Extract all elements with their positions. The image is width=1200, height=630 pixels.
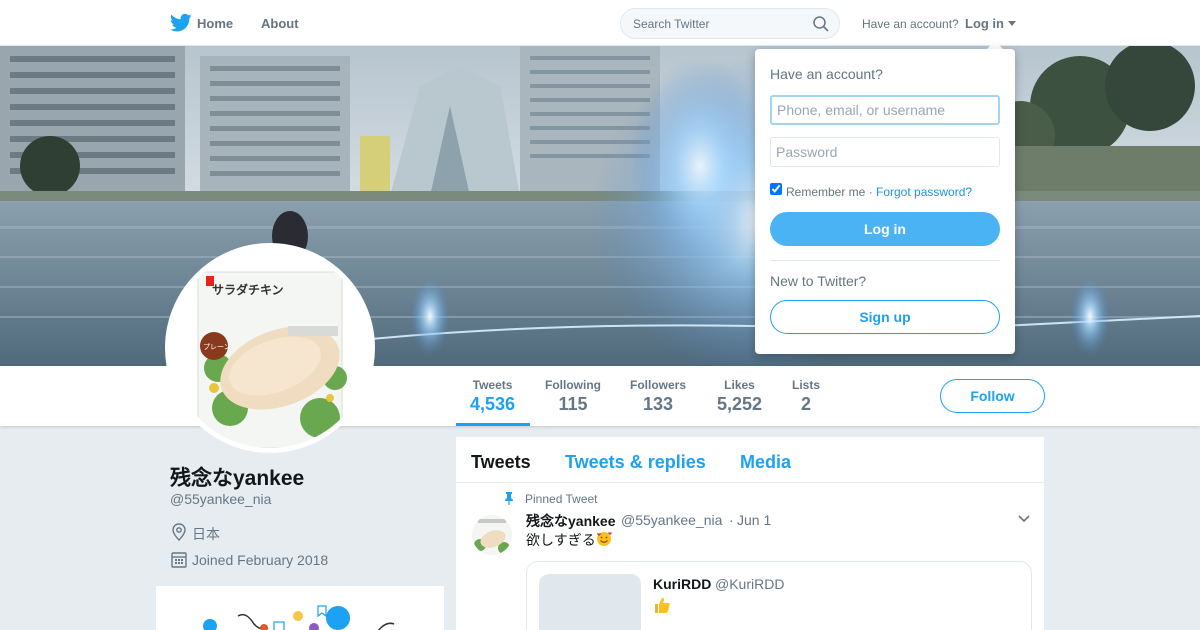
caret-down-icon[interactable] <box>1008 21 1016 26</box>
search-input[interactable]: Search Twitter <box>633 17 709 31</box>
stat-label: Lists <box>792 378 821 392</box>
tab-media[interactable]: Media <box>740 452 791 473</box>
divider <box>770 260 1000 261</box>
tab-tweets[interactable]: Tweets <box>471 452 531 473</box>
remember-me-label[interactable]: Remember me · <box>786 185 873 199</box>
dropdown-title: Have an account? <box>770 66 883 82</box>
stat-label: Likes <box>724 378 755 392</box>
tweet-separator: · <box>729 512 734 528</box>
stat-value: 2 <box>801 394 812 414</box>
stat-lists[interactable]: Lists 2 <box>792 378 820 415</box>
pinned-tweet-label: Pinned Tweet <box>525 492 598 506</box>
stat-label: Following <box>545 378 601 392</box>
follow-button[interactable]: Follow <box>940 379 1045 413</box>
tweet-text: 欲しすぎる <box>526 530 612 550</box>
photos-videos-card[interactable] <box>156 586 444 630</box>
profile-handle[interactable]: @55yankee_nia <box>170 491 271 507</box>
login-menu-link[interactable]: Log in <box>965 16 1004 31</box>
quoted-tweet-image <box>539 574 641 630</box>
nav-home-link[interactable]: Home <box>197 16 233 31</box>
package-label: サラダチキン <box>212 282 284 297</box>
new-to-twitter-text: New to Twitter? <box>770 273 867 289</box>
quoted-author-handle: @KuriRDD <box>715 576 785 592</box>
location-pin-icon <box>172 523 186 541</box>
profile-location: 日本 <box>192 526 220 542</box>
profile-joined-date: Joined February 2018 <box>192 552 329 568</box>
smiling-hearts-emoji <box>596 532 612 546</box>
forgot-password-link[interactable]: Forgot password? <box>876 185 972 199</box>
tweet-avatar-image <box>472 515 512 555</box>
thumbs-up-emoji <box>655 597 670 613</box>
stat-tweets[interactable]: Tweets 4,536 <box>470 378 515 415</box>
salad-chicken-package-image: サラダチキン プレーン <box>170 248 370 448</box>
photo-thumbnail-strip <box>203 605 395 630</box>
calendar-icon <box>171 552 187 568</box>
package-badge: プレーン <box>203 343 231 351</box>
stat-label: Followers <box>630 378 687 392</box>
stat-likes[interactable]: Likes 5,252 <box>717 378 762 415</box>
timeline-tabs: Tweets Tweets & replies Media <box>456 437 1044 483</box>
twitter-bird-icon[interactable] <box>170 13 192 33</box>
tweet-date[interactable]: Jun 1 <box>737 512 771 528</box>
chevron-down-icon[interactable] <box>1018 515 1030 523</box>
login-dropdown: Have an account? Remember me · Forgot pa… <box>755 49 1015 354</box>
stat-label: Tweets <box>472 378 513 392</box>
remember-me-checkbox[interactable] <box>770 183 782 195</box>
profile-avatar[interactable]: サラダチキン プレーン <box>165 243 375 453</box>
dropdown-arrow <box>987 41 1003 49</box>
quoted-author-name: KuriRDD <box>653 576 712 592</box>
stat-value: 115 <box>558 394 588 414</box>
pin-icon <box>505 492 513 505</box>
tweet-text-content: 欲しすぎる <box>526 532 596 548</box>
search-icon[interactable] <box>813 16 829 32</box>
tweet-avatar[interactable] <box>472 515 512 555</box>
stat-value: 5,252 <box>717 394 763 414</box>
password-input[interactable] <box>770 137 1000 167</box>
timeline-panel: Tweets Tweets & replies Media Pinned Twe… <box>456 437 1044 630</box>
profile-fullname[interactable]: 残念なyankee <box>170 462 304 492</box>
active-tab-indicator <box>456 423 530 426</box>
stat-value: 4,536 <box>470 394 516 414</box>
stat-following[interactable]: Following 115 <box>545 378 601 415</box>
nav-about-link[interactable]: About <box>261 16 299 31</box>
stat-followers[interactable]: Followers 133 <box>630 378 686 415</box>
login-button[interactable]: Log in <box>770 212 1000 246</box>
quoted-tweet-card[interactable]: KuriRDD @KuriRDD <box>526 561 1032 630</box>
username-input[interactable] <box>770 95 1000 125</box>
search-box[interactable]: Search Twitter <box>620 8 840 39</box>
signup-button[interactable]: Sign up <box>770 300 1000 334</box>
stat-value: 133 <box>642 394 674 414</box>
tab-tweets-replies[interactable]: Tweets & replies <box>565 452 706 473</box>
top-navigation-bar: Home About Search Twitter Have an accoun… <box>0 0 1200 46</box>
tweet-author-handle[interactable]: @55yankee_nia <box>621 512 722 528</box>
have-account-text: Have an account? <box>862 17 959 31</box>
tweet-author-name[interactable]: 残念なyankee <box>526 511 615 531</box>
